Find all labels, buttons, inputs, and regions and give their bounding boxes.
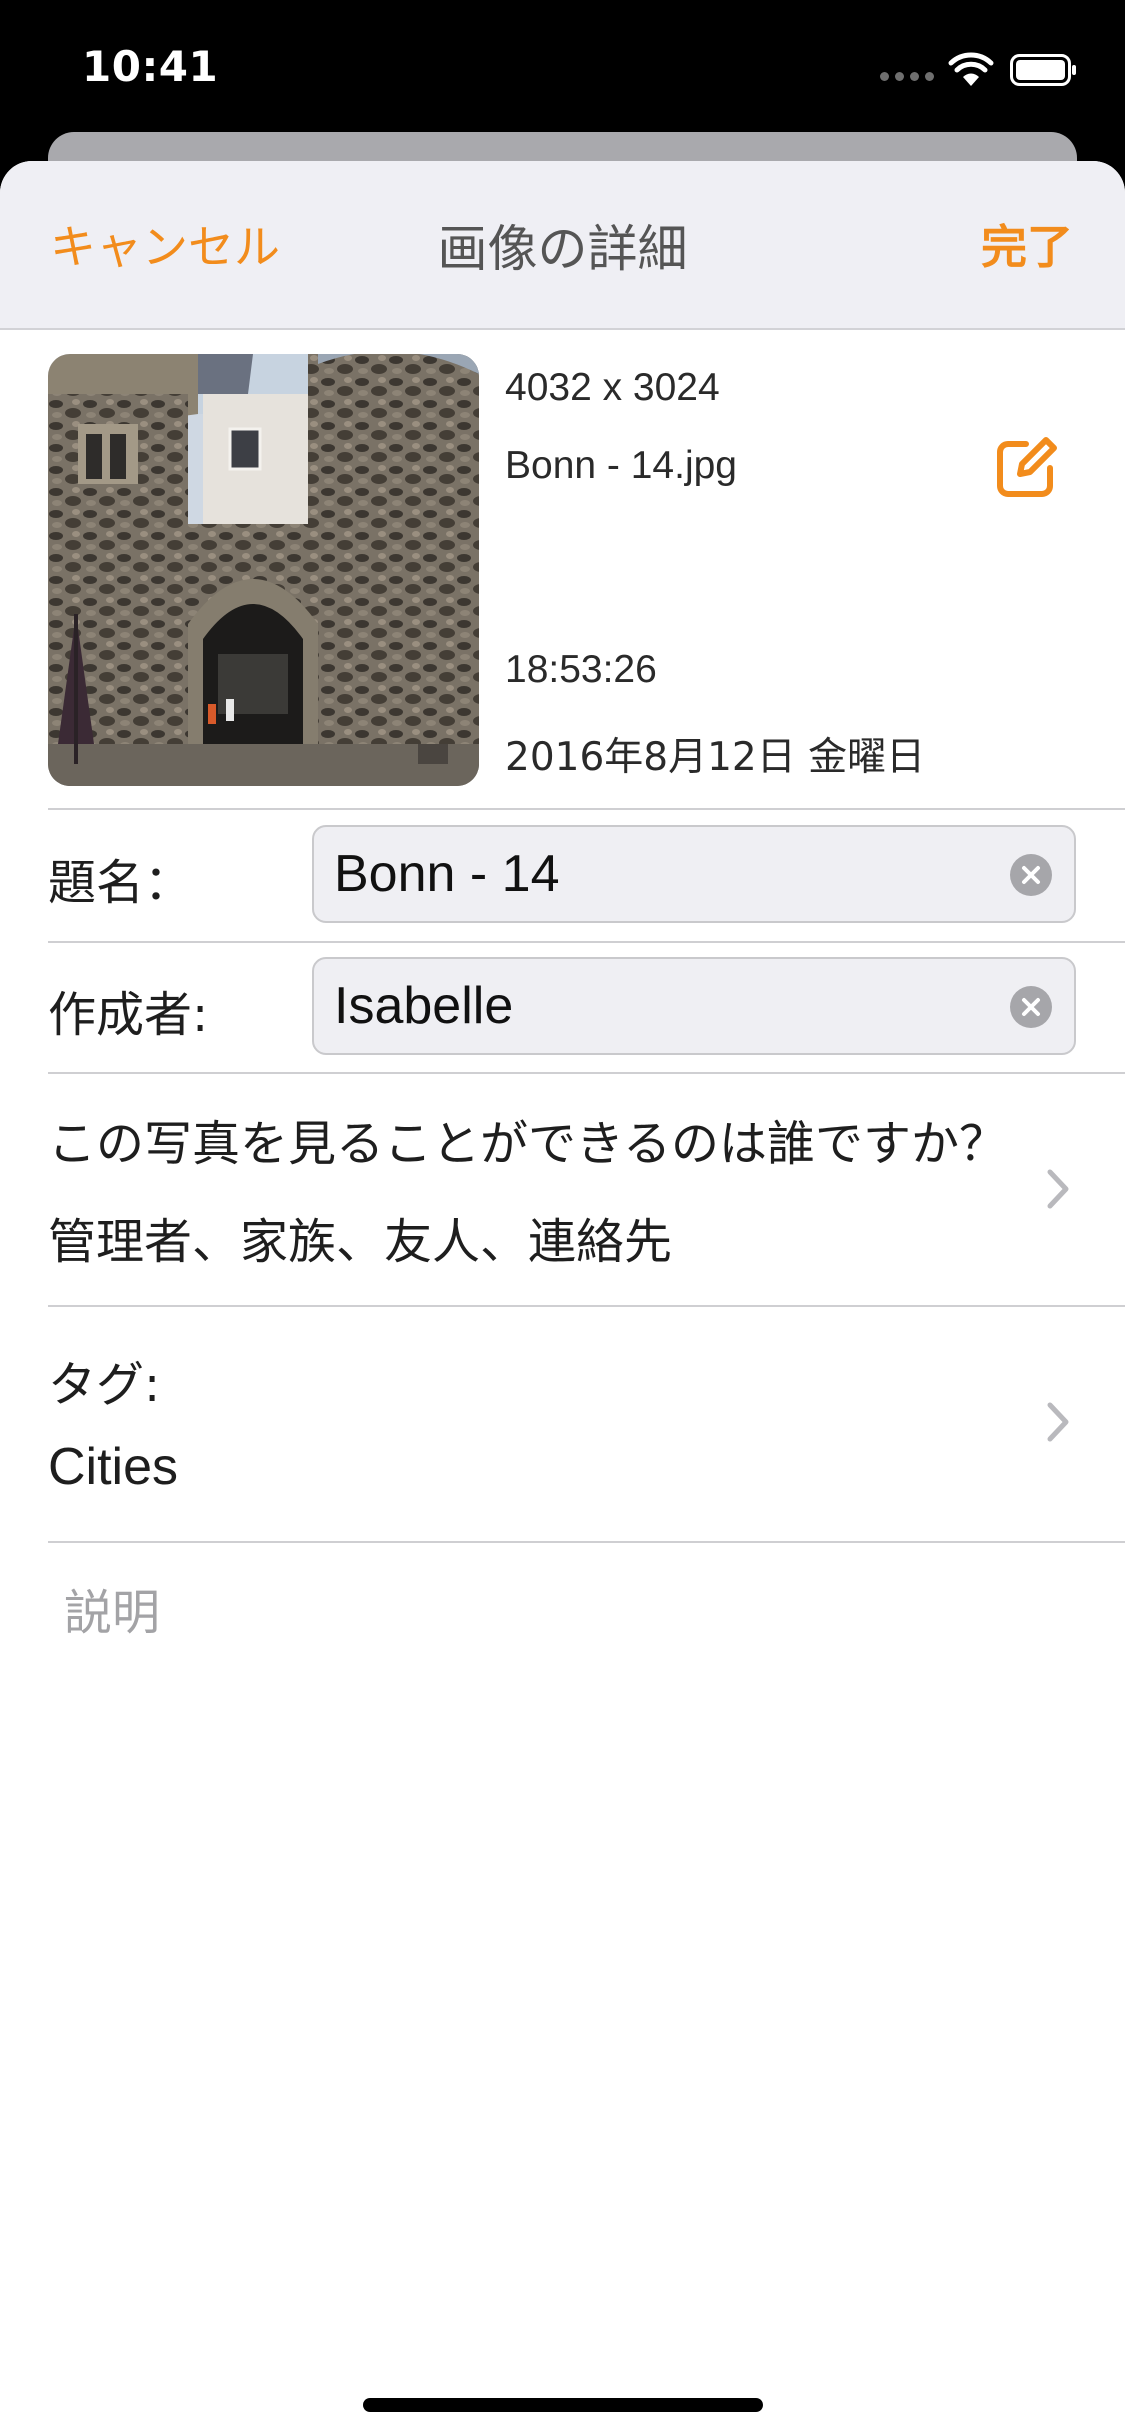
battery-icon xyxy=(1010,54,1076,86)
cellular-signal-icon xyxy=(880,72,934,82)
title-label: 題名： xyxy=(48,855,193,911)
wifi-icon xyxy=(948,52,994,86)
chevron-right-icon xyxy=(1047,1169,1069,1209)
done-button[interactable]: 完了 xyxy=(981,211,1073,277)
author-field[interactable] xyxy=(312,957,1076,1055)
tags-row[interactable]: タグ: Cities xyxy=(0,1307,1125,1539)
visibility-value: 管理者、家族、友人、連絡先 xyxy=(48,1214,673,1270)
home-indicator xyxy=(363,2398,763,2412)
visibility-row[interactable]: この写真を見ることができるのは誰ですか？ 管理者、家族、友人、連絡先 xyxy=(0,1074,1125,1304)
tags-value: Cities xyxy=(48,1438,179,1496)
photo-thumbnail[interactable] xyxy=(48,354,479,786)
cancel-button[interactable]: キャンセル xyxy=(50,211,280,277)
image-details-sheet: キャンセル 画像の詳細 完了 4032 x 3024 Bonn - 14.jpg… xyxy=(0,161,1125,2436)
image-time: 18:53:26 xyxy=(505,648,657,691)
tags-label: タグ: xyxy=(48,1357,161,1413)
author-input[interactable] xyxy=(334,959,984,1053)
title-input[interactable] xyxy=(334,827,984,921)
image-dimensions: 4032 x 3024 xyxy=(505,366,720,409)
status-bar: 10:41 xyxy=(0,0,1125,132)
chevron-right-icon xyxy=(1047,1402,1069,1442)
author-label: 作成者: xyxy=(48,987,209,1043)
clear-icon[interactable] xyxy=(1010,986,1052,1028)
visibility-question: この写真を見ることができるのは誰ですか？ xyxy=(48,1116,1008,1172)
clear-icon[interactable] xyxy=(1010,854,1052,896)
image-filename: Bonn - 14.jpg xyxy=(505,444,738,487)
divider xyxy=(48,808,1125,810)
status-time: 10:41 xyxy=(82,42,219,91)
description-textarea[interactable] xyxy=(48,1561,1078,2261)
divider xyxy=(48,1541,1125,1543)
image-date: 2016年8月12日 金曜日 xyxy=(505,735,926,780)
edit-icon[interactable] xyxy=(990,430,1062,502)
navigation-bar: キャンセル 画像の詳細 完了 xyxy=(0,161,1125,330)
divider xyxy=(48,941,1125,943)
title-field[interactable] xyxy=(312,825,1076,923)
